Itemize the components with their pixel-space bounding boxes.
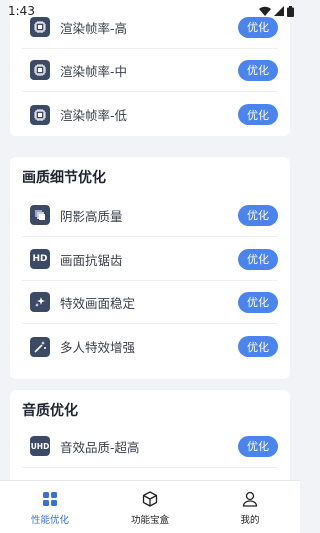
status-icons [259,5,294,17]
shadow-layers-icon [30,205,50,225]
status-time: 1:43 [8,4,35,18]
signal-icon [274,6,284,16]
optimize-button[interactable]: 优化 [238,336,278,357]
box-icon [142,491,158,507]
item-label: 渲染帧率-中 [60,63,128,79]
section-title: 画质细节优化 [22,170,106,186]
bottom-tab-bar: 性能优化 功能宝盒 我的 [0,480,300,533]
item-label: 阴影高质量 [60,208,123,224]
grid-icon [43,492,57,506]
item-label: 特效画面稳定 [60,295,136,311]
list-item: HD 画面抗锯齿 优化 [22,238,278,281]
sparkle-icon [30,292,50,312]
battery-icon [287,5,294,17]
optimize-button[interactable]: 优化 [238,435,278,457]
list-item: 特效画面稳定 优化 [22,281,278,324]
tab-label: 功能宝盒 [130,515,169,526]
tab-mine[interactable]: 我的 [200,481,300,533]
image-quality-card: 画质细节优化 阴影高质量 优化 HD 画面抗锯齿 优化 特效画面稳定 优化 多人… [10,157,290,379]
wifi-icon [259,6,271,16]
tab-performance[interactable]: 性能优化 [0,481,100,533]
item-label: 音效品质-超高 [60,439,140,455]
main-scroll-area[interactable]: 渲染帧率-高 优化 渲染帧率-中 优化 渲染帧率-低 优化 画质细节优化 阴影高… [0,0,300,480]
tab-toolbox[interactable]: 功能宝盒 [100,481,200,533]
list-item: 渲染帧率-中 优化 [22,49,278,92]
chip-icon [30,60,50,80]
optimize-button[interactable]: 优化 [238,291,278,313]
optimize-button[interactable]: 优化 [238,59,278,81]
hd-icon: HD [30,249,50,269]
item-label: 画面抗锯齿 [60,252,123,268]
audio-quality-card: 音质优化 UHD 音效品质-超高 优化 [10,390,290,480]
item-label: 多人特效增强 [60,340,136,355]
optimize-button[interactable]: 优化 [238,204,278,226]
list-item: 多人特效增强 优化 [22,325,278,368]
optimize-button[interactable]: 优化 [238,248,278,270]
tab-label: 性能优化 [30,515,69,526]
item-label: 渲染帧率-低 [60,108,128,123]
section-title: 音质优化 [22,403,78,419]
list-item: 阴影高质量 优化 [22,194,278,237]
list-item: UHD 音效品质-超高 优化 [22,425,278,468]
magic-wand-icon [30,336,50,357]
user-icon [242,491,258,507]
chip-icon [30,104,50,125]
list-item: 渲染帧率-低 优化 [22,93,278,136]
tab-label: 我的 [240,515,260,526]
optimize-button[interactable]: 优化 [238,104,278,125]
uhd-icon: UHD [30,436,50,456]
status-bar: 1:43 [0,0,300,22]
